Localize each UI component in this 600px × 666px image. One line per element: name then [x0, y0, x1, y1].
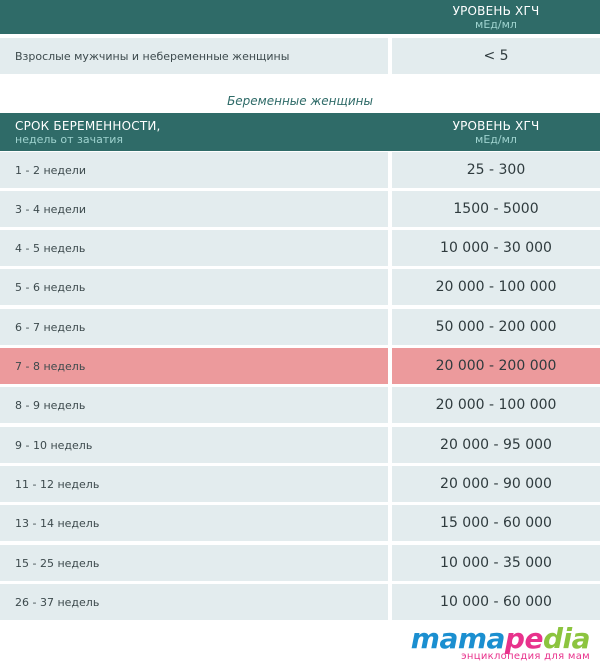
section-title: Беременные женщины: [227, 94, 373, 108]
row-term: 11 - 12 недель: [0, 466, 388, 502]
row-value: 20 000 - 100 000: [392, 387, 600, 423]
non-pregnant-row: Взрослые мужчины и небеременные женщины …: [0, 38, 600, 74]
row-term: 4 - 5 недель: [0, 230, 388, 266]
table-row: 4 - 5 недель 10 000 - 30 000: [0, 230, 600, 266]
table-row: 11 - 12 недель 20 000 - 90 000: [0, 466, 600, 502]
term-subtitle: недель от зачатия: [15, 132, 123, 146]
row-term: 26 - 37 недель: [0, 584, 388, 620]
row-value: 10 000 - 60 000: [392, 584, 600, 620]
term-title: СРОК БЕРЕМЕННОСТИ,: [15, 118, 161, 133]
table-row: 15 - 25 недель 10 000 - 35 000: [0, 545, 600, 581]
top-header-left: [0, 0, 388, 34]
level-header: УРОВЕНЬ ХГЧ мЕд/мл: [392, 113, 600, 151]
row-term: 15 - 25 недель: [0, 545, 388, 581]
row-value: 20 000 - 100 000: [392, 269, 600, 305]
table-row: 8 - 9 недель 20 000 - 100 000: [0, 387, 600, 423]
mamapedia-logo: mamapedia энциклопедия для мам: [411, 624, 591, 663]
row-term: 1 - 2 недели: [0, 152, 388, 188]
level-title: УРОВЕНЬ ХГЧ: [452, 118, 540, 133]
row-value: 20 000 - 95 000: [392, 427, 600, 463]
table-row: 13 - 14 недель 15 000 - 60 000: [0, 505, 600, 541]
row-value: 15 000 - 60 000: [392, 505, 600, 541]
table-row-highlighted: 7 - 8 недель 20 000 - 200 000: [0, 348, 600, 384]
row-value: 1500 - 5000: [392, 191, 600, 227]
logo-wordmark: mamapedia: [411, 624, 591, 654]
table-row: 26 - 37 недель 10 000 - 60 000: [0, 584, 600, 620]
term-header: СРОК БЕРЕМЕННОСТИ, недель от зачатия: [0, 113, 388, 151]
top-header-level: УРОВЕНЬ ХГЧ мЕд/мл: [392, 0, 600, 34]
level-unit: мЕд/мл: [475, 17, 517, 31]
row-value: 25 - 300: [392, 152, 600, 188]
top-header: УРОВЕНЬ ХГЧ мЕд/мл: [0, 0, 600, 34]
table-row: 6 - 7 недель 50 000 - 200 000: [0, 309, 600, 345]
row-value: 20 000 - 90 000: [392, 466, 600, 502]
level-unit: мЕд/мл: [475, 132, 517, 146]
row-value: 50 000 - 200 000: [392, 309, 600, 345]
table-row: 3 - 4 недели 1500 - 5000: [0, 191, 600, 227]
table-row: 1 - 2 недели 25 - 300: [0, 152, 600, 188]
level-title: УРОВЕНЬ ХГЧ: [452, 3, 540, 18]
row-term: 7 - 8 недель: [0, 348, 388, 384]
row-term: 8 - 9 недель: [0, 387, 388, 423]
row-term: 13 - 14 недель: [0, 505, 388, 541]
row-term: 9 - 10 недель: [0, 427, 388, 463]
row-value: 20 000 - 200 000: [392, 348, 600, 384]
table-row: 9 - 10 недель 20 000 - 95 000: [0, 427, 600, 463]
row-term: 6 - 7 недель: [0, 309, 388, 345]
non-pregnant-label: Взрослые мужчины и небеременные женщины: [0, 38, 388, 74]
row-term: 3 - 4 недели: [0, 191, 388, 227]
table-row: 5 - 6 недель 20 000 - 100 000: [0, 269, 600, 305]
row-term: 5 - 6 недель: [0, 269, 388, 305]
row-value: 10 000 - 35 000: [392, 545, 600, 581]
non-pregnant-value: < 5: [392, 38, 600, 74]
row-value: 10 000 - 30 000: [392, 230, 600, 266]
table-header: СРОК БЕРЕМЕННОСТИ, недель от зачатия УРО…: [0, 113, 600, 151]
